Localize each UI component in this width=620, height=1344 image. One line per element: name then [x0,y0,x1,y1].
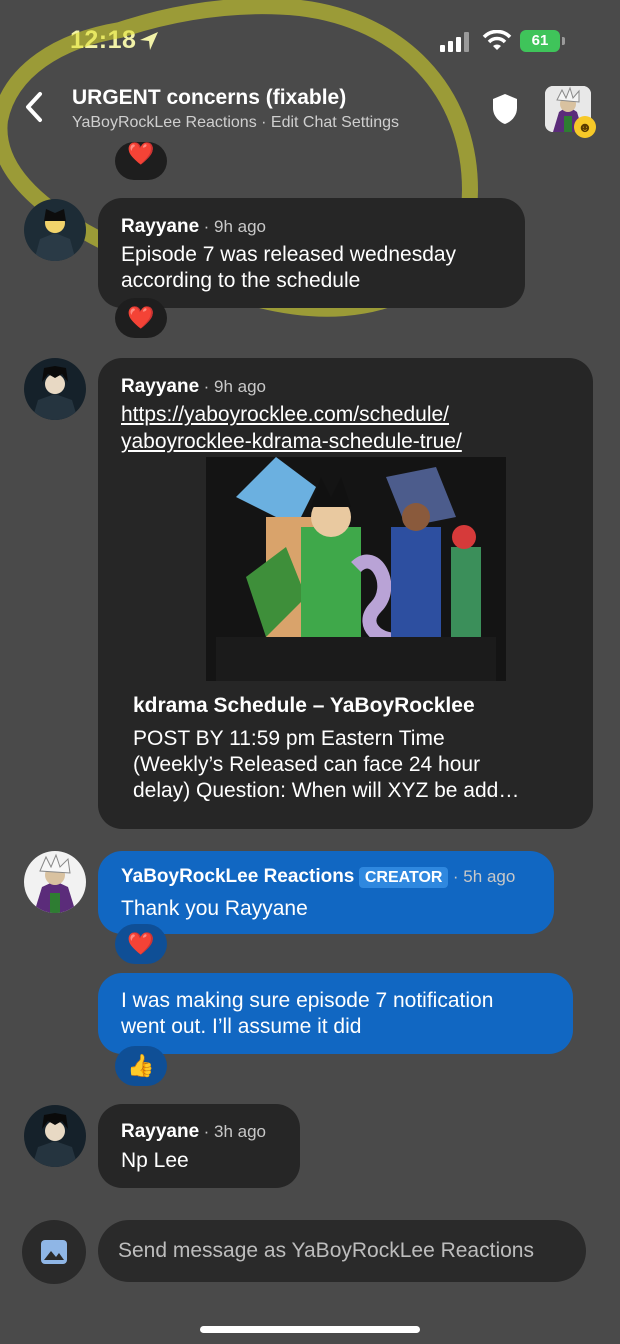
reaction-heart[interactable]: ❤️ [115,298,167,338]
link-preview-image[interactable] [206,457,506,681]
message-timestamp: · 5h ago [452,867,516,886]
avatar-rayyane[interactable] [24,358,86,420]
message-bubble[interactable]: I was making sure episode 7 notification… [98,973,573,1054]
message-author[interactable]: Rayyane [121,216,199,237]
battery-level: 61 [520,30,560,52]
chat-subtitle[interactable]: YaBoyRockLee Reactions · Edit Chat Setti… [72,114,399,132]
shield-icon[interactable] [490,92,520,126]
message-text: Np Lee [121,1149,189,1172]
schedule-link[interactable]: https://yaboyrocklee.com/schedule/ yaboy… [121,401,462,455]
message-timestamp: · 3h ago [203,1122,267,1141]
battery-icon: 61 [520,30,566,52]
message-bubble[interactable]: Rayyane · 3h ago Np Lee [98,1104,300,1188]
avatar-rayyane[interactable] [24,199,86,261]
image-icon [41,1240,67,1264]
message-text: Thank you Rayyane [121,897,308,920]
avatar-rayyane[interactable] [24,1105,86,1167]
reaction-heart[interactable]: ❤️ [115,924,167,964]
attach-image-button[interactable] [22,1220,86,1284]
message-timestamp: · 9h ago [203,217,267,236]
avatar-yaboyrocklee[interactable] [24,851,86,913]
reaction-heart[interactable]: ❤️ [115,142,167,180]
status-time: 12:18 [70,26,137,54]
smile-emoji-badge: ☻ [574,116,596,138]
location-arrow-icon [140,32,158,50]
chat-title[interactable]: URGENT concerns (fixable) [72,86,346,110]
message-author[interactable]: YaBoyRockLee Reactions [121,866,354,887]
message-author[interactable]: Rayyane [121,376,199,397]
home-indicator[interactable] [200,1326,420,1333]
preview-description: POST BY 11:59 pm Eastern Time (Weekly’s … [133,727,520,802]
signal-icon [440,32,469,52]
back-chevron-icon[interactable] [20,90,48,124]
preview-title[interactable]: kdrama Schedule – YaBoyRocklee [133,694,475,718]
message-bubble[interactable]: YaBoyRockLee Reactions CREATOR · 5h ago … [98,851,554,934]
creator-badge: CREATOR [358,867,449,888]
message-author[interactable]: Rayyane [121,1121,199,1142]
message-input-placeholder: Send message as YaBoyRockLee Reactions [118,1239,534,1262]
reaction-thumbs-up[interactable]: 👍 [115,1046,167,1086]
message-bubble[interactable]: Rayyane · 9h ago Episode 7 was released … [98,198,525,308]
message-text: I was making sure episode 7 notification… [121,989,494,1038]
wifi-icon [482,30,512,50]
message-text: Episode 7 was released wednesday accordi… [121,243,457,292]
message-timestamp: · 9h ago [203,377,267,396]
